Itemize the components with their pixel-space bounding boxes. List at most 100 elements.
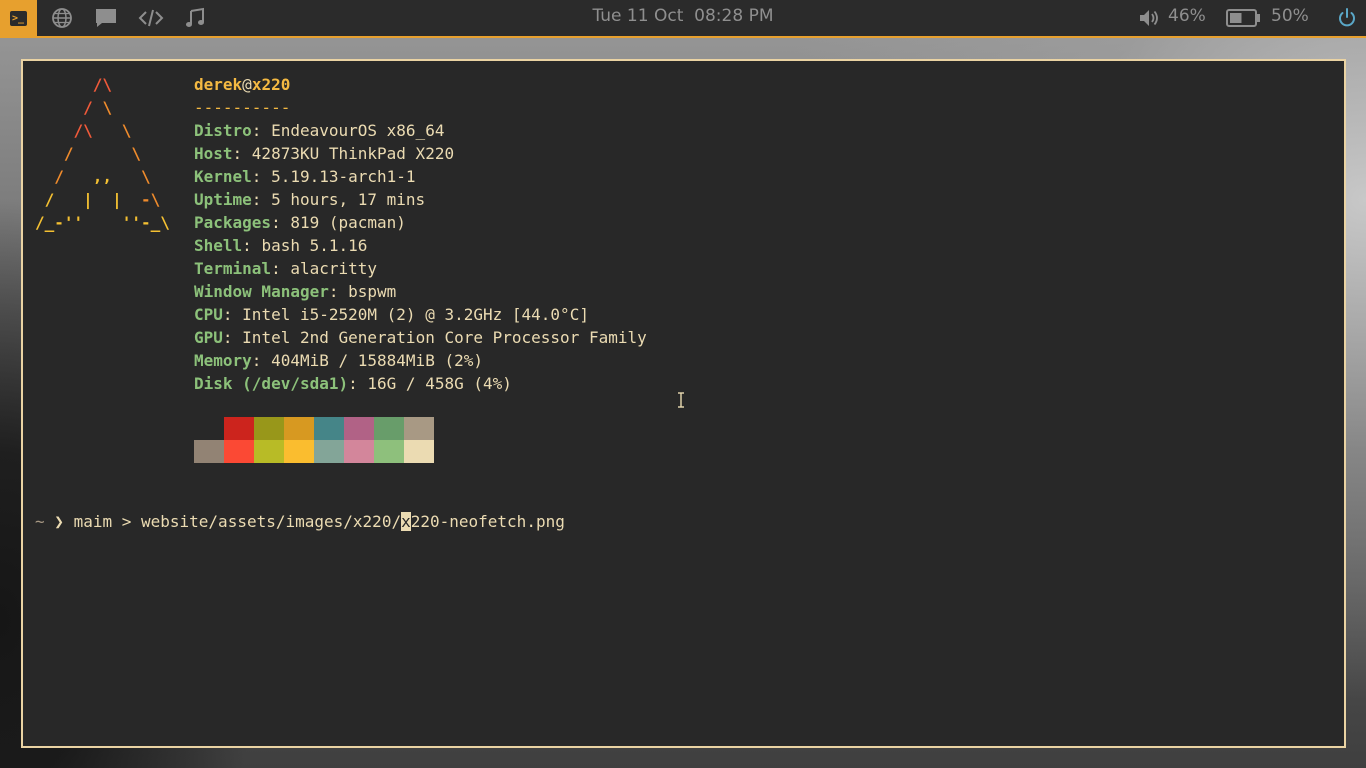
info-colon: : bbox=[251, 167, 272, 186]
neofetch-info: derek@x220 ---------- Distro: EndeavourO… bbox=[194, 73, 647, 395]
separator-line: ---------- bbox=[194, 98, 291, 117]
info-colon: : bbox=[222, 305, 243, 324]
prompt-directory: ~ bbox=[35, 512, 45, 531]
top-panel: >_ Tue 11 Oct 08:28 PM 46% 50% bbox=[0, 0, 1366, 38]
info-key: Terminal bbox=[194, 259, 272, 278]
info-row: CPU: Intel i5-2520M (2) @ 3.2GHz [44.0°C… bbox=[194, 303, 647, 326]
color-swatch bbox=[284, 440, 314, 463]
info-colon: : bbox=[271, 259, 291, 278]
info-colon: : bbox=[222, 328, 243, 347]
info-value: 404MiB / 15884MiB (2%) bbox=[271, 351, 483, 370]
workspace-web[interactable] bbox=[49, 6, 75, 30]
battery-indicator[interactable] bbox=[1226, 9, 1262, 31]
info-value: 16G / 458G (4%) bbox=[367, 374, 512, 393]
info-value: 42873KU ThinkPad X220 bbox=[251, 144, 455, 163]
power-icon bbox=[1339, 8, 1355, 27]
music-icon bbox=[186, 7, 204, 27]
info-row: Terminal: alacritty bbox=[194, 257, 647, 280]
info-key: Window Manager bbox=[194, 282, 329, 301]
info-value: 819 (pacman) bbox=[290, 213, 406, 232]
info-value: Intel 2nd Generation Core Processor Fami… bbox=[242, 328, 647, 347]
info-row: Host: 42873KU ThinkPad X220 bbox=[194, 142, 647, 165]
volume-control[interactable] bbox=[1138, 7, 1162, 33]
info-colon: : bbox=[242, 236, 262, 255]
workspace-chat[interactable] bbox=[93, 6, 119, 30]
workspace-music[interactable] bbox=[182, 6, 208, 30]
at-sign: @ bbox=[242, 75, 252, 94]
terminal-window[interactable]: /\ / \ /\ \ / \ / ,, \ / | | -\ /_-'' ''… bbox=[21, 59, 1346, 748]
color-swatch bbox=[254, 440, 284, 463]
color-swatch bbox=[404, 440, 434, 463]
info-value: bash 5.1.16 bbox=[261, 236, 368, 255]
info-colon: : bbox=[348, 374, 368, 393]
volume-level: 46% bbox=[1168, 6, 1206, 26]
terminal-icon: >_ bbox=[10, 10, 27, 26]
info-colon: : bbox=[251, 351, 272, 370]
hostname: x220 bbox=[251, 75, 291, 94]
code-icon bbox=[138, 9, 164, 27]
chat-icon bbox=[96, 9, 116, 27]
info-row: Uptime: 5 hours, 17 mins bbox=[194, 188, 647, 211]
clock-date: Tue 11 Oct bbox=[592, 6, 684, 26]
info-value: alacritty bbox=[290, 259, 378, 278]
info-row: Disk (/dev/sda1): 16G / 458G (4%) bbox=[194, 372, 647, 395]
user-host-line: derek@x220 bbox=[194, 73, 647, 96]
battery-level: 50% bbox=[1271, 6, 1309, 26]
info-value: EndeavourOS x86_64 bbox=[271, 121, 445, 140]
info-row: Window Manager: bspwm bbox=[194, 280, 647, 303]
speaker-icon bbox=[1140, 10, 1158, 26]
command-text: maim > website/assets/images/x220/ bbox=[73, 512, 402, 531]
clock-time[interactable]: 08:28 PM bbox=[694, 6, 773, 26]
color-swatch bbox=[374, 417, 404, 440]
color-swatch bbox=[314, 417, 344, 440]
info-key: Shell bbox=[194, 236, 243, 255]
info-value: Intel i5-2520M (2) @ 3.2GHz [44.0°C] bbox=[242, 305, 589, 324]
color-swatch bbox=[194, 417, 224, 440]
power-button[interactable] bbox=[1336, 7, 1358, 33]
info-row: GPU: Intel 2nd Generation Core Processor… bbox=[194, 326, 647, 349]
info-colon: : bbox=[251, 121, 272, 140]
info-key: Kernel bbox=[194, 167, 252, 186]
info-key: Memory bbox=[194, 351, 252, 370]
info-colon: : bbox=[251, 190, 272, 209]
info-colon: : bbox=[271, 213, 291, 232]
info-value: bspwm bbox=[348, 282, 397, 301]
color-swatch bbox=[224, 417, 254, 440]
info-row: Packages: 819 (pacman) bbox=[194, 211, 647, 234]
info-key: CPU bbox=[194, 305, 223, 324]
color-swatch bbox=[374, 440, 404, 463]
battery-icon bbox=[1226, 9, 1260, 27]
color-swatch bbox=[284, 417, 314, 440]
info-value: 5 hours, 17 mins bbox=[271, 190, 426, 209]
info-row: Shell: bash 5.1.16 bbox=[194, 234, 647, 257]
text-cursor: x bbox=[401, 512, 411, 531]
info-value: 5.19.13-arch1-1 bbox=[271, 167, 416, 186]
info-key: Distro bbox=[194, 121, 252, 140]
globe-icon bbox=[52, 8, 72, 28]
info-row: Distro: EndeavourOS x86_64 bbox=[194, 119, 647, 142]
info-colon: : bbox=[328, 282, 349, 301]
shell-prompt-line: ~ ❯ maim > website/assets/images/x220/x2… bbox=[35, 510, 565, 533]
color-swatch bbox=[254, 417, 284, 440]
color-swatch bbox=[194, 440, 224, 463]
workspace-code[interactable] bbox=[138, 6, 164, 30]
prompt-symbol: ❯ bbox=[54, 512, 64, 531]
info-key: GPU bbox=[194, 328, 223, 347]
info-key: Uptime bbox=[194, 190, 252, 209]
username: derek bbox=[194, 75, 243, 94]
command-text-after-cursor: 220-neofetch.png bbox=[410, 512, 565, 531]
info-key: Packages bbox=[194, 213, 272, 232]
terminal-launcher-button[interactable]: >_ bbox=[0, 0, 37, 36]
color-swatch bbox=[344, 440, 374, 463]
info-row: Memory: 404MiB / 15884MiB (2%) bbox=[194, 349, 647, 372]
info-key: Disk (/dev/sda1) bbox=[194, 374, 349, 393]
color-swatch bbox=[224, 440, 254, 463]
ibeam-cursor-icon bbox=[678, 392, 684, 408]
color-palette bbox=[194, 417, 434, 463]
color-swatch bbox=[404, 417, 434, 440]
color-swatch bbox=[344, 417, 374, 440]
color-swatch bbox=[314, 440, 344, 463]
info-row: Kernel: 5.19.13-arch1-1 bbox=[194, 165, 647, 188]
endeavouros-ascii-logo: /\ / \ /\ \ / \ / ,, \ / | | -\ /_-'' ''… bbox=[35, 75, 170, 232]
info-key: Host bbox=[194, 144, 233, 163]
